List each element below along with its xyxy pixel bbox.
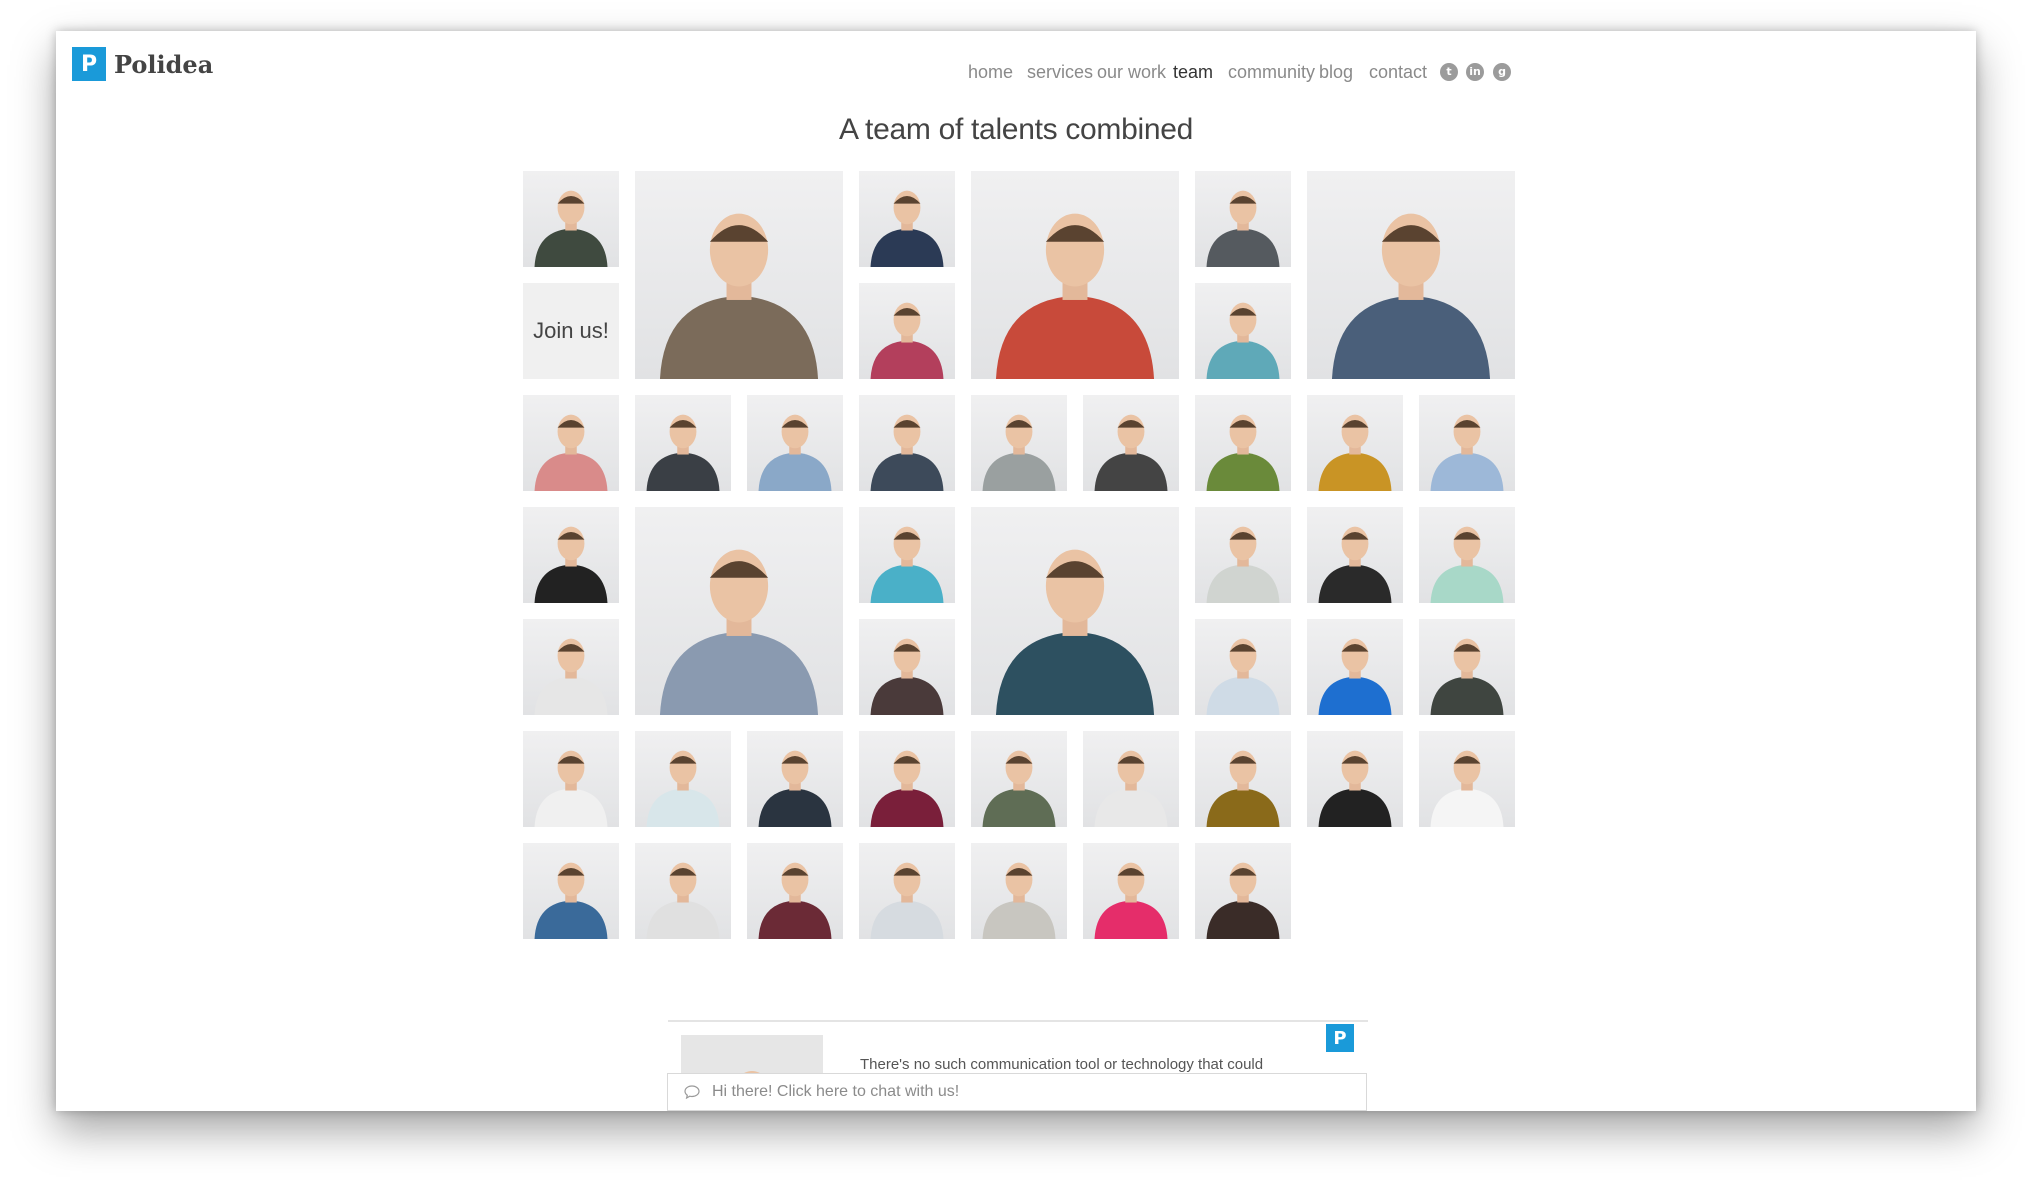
team-member-photo[interactable] — [859, 395, 955, 491]
team-member-photo[interactable] — [1307, 619, 1403, 715]
team-member-photo[interactable] — [1195, 283, 1291, 379]
team-member-photo[interactable] — [523, 619, 619, 715]
card-divider — [668, 1020, 1368, 1022]
team-member-photo[interactable] — [859, 171, 955, 267]
team-member-photo[interactable] — [859, 843, 955, 939]
team-member-photo[interactable] — [1307, 731, 1403, 827]
team-member-photo[interactable] — [1195, 731, 1291, 827]
team-member-photo[interactable] — [747, 843, 843, 939]
team-member-photo[interactable] — [859, 283, 955, 379]
team-member-photo[interactable] — [1195, 843, 1291, 939]
team-member-photo[interactable] — [1307, 395, 1403, 491]
team-member-photo[interactable] — [523, 731, 619, 827]
team-member-photo[interactable] — [1195, 395, 1291, 491]
team-member-photo[interactable] — [971, 731, 1067, 827]
team-member-photo[interactable] — [1195, 171, 1291, 267]
team-member-photo[interactable] — [971, 507, 1179, 715]
team-member-photo[interactable] — [1083, 843, 1179, 939]
chat-bar[interactable]: Hi there! Click here to chat with us! — [667, 1073, 1367, 1111]
team-member-photo[interactable] — [859, 507, 955, 603]
team-member-photo[interactable] — [1083, 731, 1179, 827]
team-member-photo[interactable] — [747, 395, 843, 491]
team-member-photo[interactable] — [1195, 619, 1291, 715]
team-member-photo[interactable] — [635, 507, 843, 715]
team-member-photo[interactable] — [859, 731, 955, 827]
team-member-photo[interactable] — [635, 843, 731, 939]
team-member-photo[interactable] — [1419, 507, 1515, 603]
team-member-photo[interactable] — [971, 843, 1067, 939]
team-member-photo[interactable] — [523, 507, 619, 603]
team-member-photo[interactable] — [859, 619, 955, 715]
team-member-photo[interactable] — [1419, 731, 1515, 827]
card-quote: There's no such communication tool or te… — [860, 1056, 1264, 1073]
team-member-photo[interactable] — [1419, 619, 1515, 715]
team-member-photo[interactable] — [523, 843, 619, 939]
team-member-photo[interactable] — [635, 171, 843, 379]
team-member-photo[interactable] — [1419, 395, 1515, 491]
team-member-photo[interactable] — [635, 395, 731, 491]
chat-label: Hi there! Click here to chat with us! — [712, 1083, 960, 1100]
team-member-photo[interactable] — [523, 171, 619, 267]
team-member-photo[interactable] — [523, 395, 619, 491]
team-member-photo[interactable] — [1195, 507, 1291, 603]
team-member-photo[interactable] — [635, 731, 731, 827]
team-member-photo[interactable] — [1307, 171, 1515, 379]
team-member-photo[interactable] — [747, 731, 843, 827]
team-member-photo[interactable] — [971, 395, 1067, 491]
chat-bubble-icon — [684, 1085, 700, 1099]
card-logo-badge: P — [1326, 1024, 1354, 1052]
browser-window: P Polidea home services our work team co… — [56, 31, 1976, 1111]
join-us-tile[interactable]: Join us! — [523, 283, 619, 379]
team-member-photo[interactable] — [1307, 507, 1403, 603]
team-member-photo[interactable] — [1083, 395, 1179, 491]
team-member-photo[interactable] — [971, 171, 1179, 379]
team-grid: Join us! — [56, 31, 1976, 1111]
